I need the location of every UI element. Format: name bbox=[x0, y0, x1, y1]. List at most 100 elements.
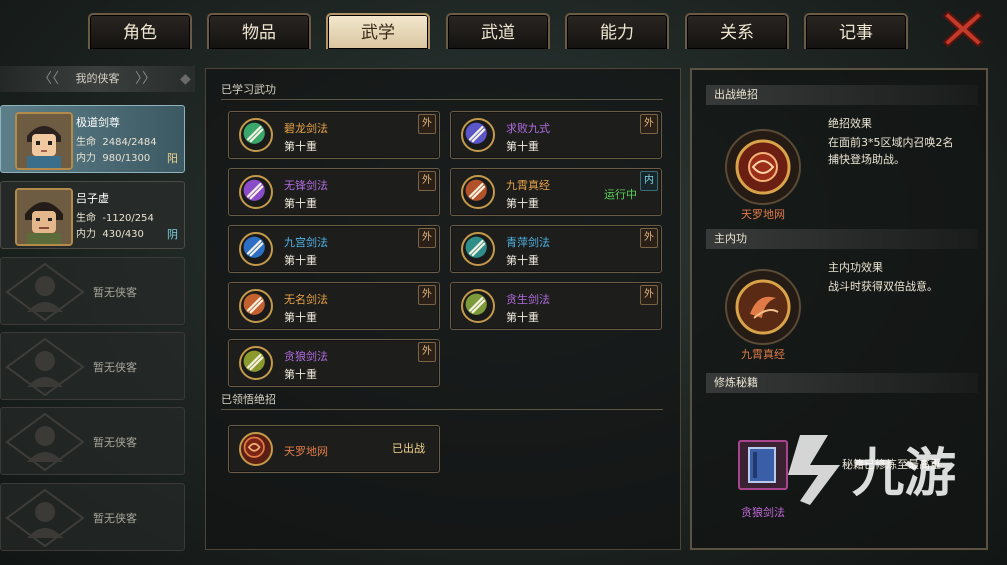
empty-slot-label: 暂无侠客 bbox=[93, 286, 137, 299]
ultimate-name: 天罗地网 bbox=[284, 445, 328, 458]
skill-card[interactable]: 青萍剑法第十重 外 bbox=[450, 225, 662, 273]
svg-text:九游: 九游 bbox=[852, 444, 956, 504]
skill-name: 贪生剑法 bbox=[506, 293, 550, 306]
skill-type-badge: 外 bbox=[640, 114, 658, 134]
skill-type-badge: 内 bbox=[640, 171, 658, 191]
skill-type-badge: 外 bbox=[418, 171, 436, 191]
empty-hero-slot[interactable]: 暂无侠客 bbox=[0, 332, 185, 400]
flame-palm-icon[interactable] bbox=[724, 268, 802, 346]
skill-name: 青萍剑法 bbox=[506, 236, 550, 249]
hero-hp: 生命 2484/2484 bbox=[76, 137, 157, 148]
skill-icon bbox=[239, 346, 273, 380]
skill-level: 第十重 bbox=[284, 197, 317, 210]
skill-icon bbox=[239, 289, 273, 323]
tab-martial-arts[interactable]: 武学 bbox=[326, 13, 430, 49]
skill-type-badge: 外 bbox=[640, 285, 658, 305]
skill-level: 第十重 bbox=[284, 368, 317, 381]
diamond-icon: ◆ bbox=[180, 71, 191, 87]
hero-name: 极道剑尊 bbox=[76, 116, 120, 129]
avatar bbox=[15, 112, 73, 170]
divider bbox=[221, 409, 663, 410]
active-ultimate-header: 出战绝招 bbox=[706, 85, 978, 105]
skill-card[interactable]: 无锋剑法第十重 外 bbox=[228, 168, 440, 216]
skill-icon bbox=[239, 118, 273, 152]
skill-type-badge: 外 bbox=[418, 342, 436, 362]
divider bbox=[221, 99, 663, 100]
skill-icon bbox=[461, 175, 495, 209]
hero-hp: 生命 -1120/254 bbox=[76, 213, 154, 224]
skill-name: 贪狼剑法 bbox=[284, 350, 328, 363]
tab-journal[interactable]: 记事 bbox=[804, 13, 908, 49]
net-seal-icon[interactable] bbox=[724, 128, 802, 206]
skill-icon bbox=[461, 289, 495, 323]
ultimates-title: 已领悟绝招 bbox=[221, 393, 276, 406]
ultimate-item[interactable]: 天罗地网 已出战 bbox=[228, 425, 440, 473]
skill-name: 九宫剑法 bbox=[284, 236, 328, 249]
hero-name: 吕子虚 bbox=[76, 192, 109, 205]
ultimate-effect-desc: 在面前3*5区域内召唤2名 捕快登场助战。 bbox=[828, 136, 954, 166]
hero-list-title: 我的侠客 bbox=[75, 72, 120, 85]
skill-card[interactable]: 九霄真经第十重 内运行中 bbox=[450, 168, 662, 216]
tab-abilities[interactable]: 能力 bbox=[565, 13, 669, 49]
chevron-left-icon[interactable]: 〈〈 bbox=[38, 66, 59, 92]
active-ultimate-name: 天罗地网 bbox=[741, 208, 785, 221]
skill-level: 第十重 bbox=[506, 140, 539, 153]
skill-level: 第十重 bbox=[506, 197, 539, 210]
close-icon[interactable] bbox=[942, 8, 984, 50]
skill-card[interactable]: 贪生剑法第十重 外 bbox=[450, 282, 662, 330]
running-status: 运行中 bbox=[604, 188, 637, 201]
skill-name: 碧龙剑法 bbox=[284, 122, 328, 135]
empty-portrait-icon bbox=[5, 337, 85, 397]
skill-level: 第十重 bbox=[506, 311, 539, 324]
chevron-right-icon[interactable]: 〉〉 bbox=[135, 66, 156, 92]
skill-level: 第十重 bbox=[284, 311, 317, 324]
hero-card[interactable]: 吕子虚 生命 -1120/254 内力 430/430 阴 bbox=[0, 181, 185, 249]
skill-level: 第十重 bbox=[284, 254, 317, 267]
inner-effect-desc: 战斗时获得双倍战意。 bbox=[828, 280, 938, 293]
empty-slot-label: 暂无侠客 bbox=[93, 512, 137, 525]
skill-level: 第十重 bbox=[284, 140, 317, 153]
tab-relations[interactable]: 关系 bbox=[685, 13, 789, 49]
skill-card[interactable]: 无名剑法第十重 外 bbox=[228, 282, 440, 330]
skill-name: 求败九式 bbox=[506, 122, 550, 135]
empty-hero-slot[interactable]: 暂无侠客 bbox=[0, 407, 185, 475]
skill-card[interactable]: 九宫剑法第十重 外 bbox=[228, 225, 440, 273]
skill-type-badge: 外 bbox=[418, 114, 436, 134]
empty-portrait-icon bbox=[5, 262, 85, 322]
in-battle-status: 已出战 bbox=[392, 442, 425, 455]
learned-skills-title: 已学习武功 bbox=[221, 83, 276, 96]
inner-effect-title: 主内功效果 bbox=[828, 261, 883, 274]
ultimate-effect-title: 绝招效果 bbox=[828, 117, 872, 130]
main-inner-art-name: 九霄真经 bbox=[741, 348, 785, 361]
skill-type-badge: 外 bbox=[640, 228, 658, 248]
main-inner-art-header: 主内功 bbox=[706, 229, 978, 249]
empty-portrait-icon bbox=[5, 488, 85, 548]
tab-martial-path[interactable]: 武道 bbox=[446, 13, 550, 49]
skill-icon bbox=[239, 175, 273, 209]
skill-type-badge: 外 bbox=[418, 285, 436, 305]
skill-name: 九霄真经 bbox=[506, 179, 550, 192]
empty-slot-label: 暂无侠客 bbox=[93, 436, 137, 449]
tab-character[interactable]: 角色 bbox=[88, 13, 192, 49]
empty-slot-label: 暂无侠客 bbox=[93, 361, 137, 374]
avatar bbox=[15, 188, 73, 246]
hero-card[interactable]: 极道剑尊 生命 2484/2484 内力 980/1300 阳 bbox=[0, 105, 185, 173]
hero-attr-badge: 阳 bbox=[167, 152, 178, 165]
skill-level: 第十重 bbox=[506, 254, 539, 267]
skill-name: 无锋剑法 bbox=[284, 179, 328, 192]
skill-card[interactable]: 碧龙剑法第十重 外 bbox=[228, 111, 440, 159]
hero-list-header: 〈〈 我的侠客 〉〉 ◆ bbox=[0, 66, 195, 92]
empty-portrait-icon bbox=[5, 412, 85, 472]
hero-attr-badge: 阴 bbox=[167, 228, 178, 241]
skill-card[interactable]: 贪狼剑法第十重 外 bbox=[228, 339, 440, 387]
hero-mp: 内力 980/1300 bbox=[76, 153, 151, 164]
skill-name: 无名剑法 bbox=[284, 293, 328, 306]
empty-hero-slot[interactable]: 暂无侠客 bbox=[0, 483, 185, 551]
skill-type-badge: 外 bbox=[418, 228, 436, 248]
empty-hero-slot[interactable]: 暂无侠客 bbox=[0, 257, 185, 325]
tab-items[interactable]: 物品 bbox=[207, 13, 311, 49]
training-manual-header: 修炼秘籍 bbox=[706, 373, 978, 393]
watermark-logo: 九游 bbox=[788, 435, 956, 505]
skill-card[interactable]: 求败九式第十重 外 bbox=[450, 111, 662, 159]
skill-icon bbox=[239, 232, 273, 266]
